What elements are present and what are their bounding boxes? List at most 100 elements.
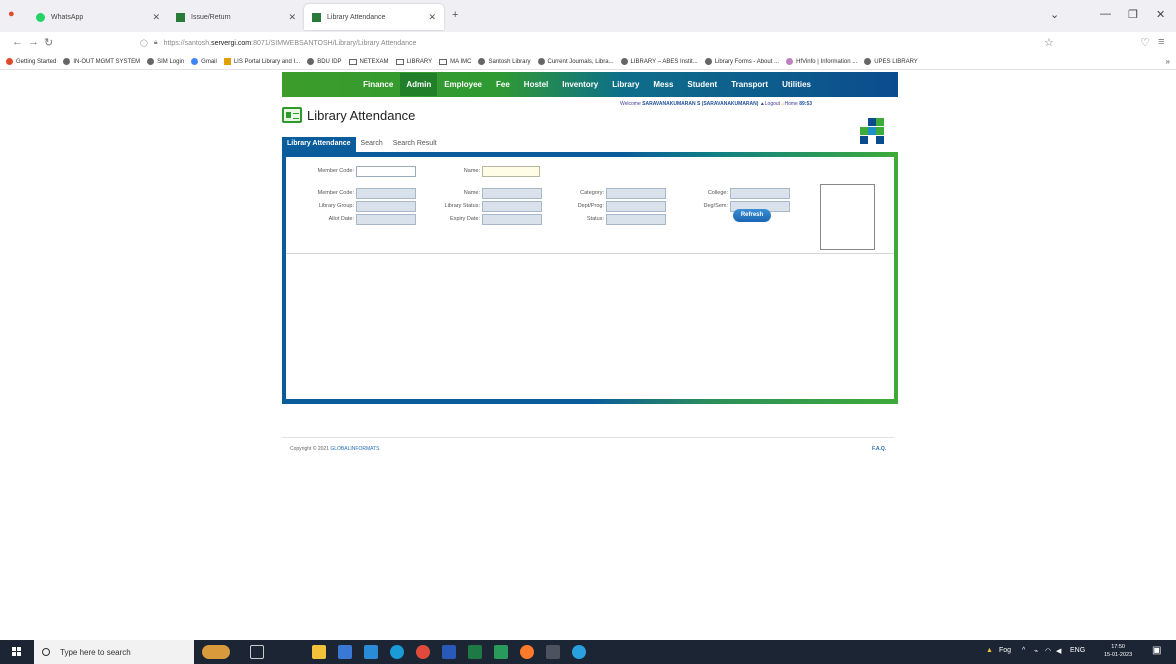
tab-list-icon[interactable]: ⌄ [1050,8,1059,21]
close-icon[interactable]: ✕ [152,12,160,23]
tab-issue-return[interactable]: Issue/Return ✕ [168,4,304,30]
language-indicator[interactable]: ENG [1070,647,1085,654]
bookmark-item[interactable]: Current Journals, Libra... [537,58,614,65]
notification-icon[interactable]: ▣ [1152,645,1161,656]
menu-inventory[interactable]: Inventory [562,80,598,89]
tab-search-result[interactable]: Search Result [388,137,442,152]
bookmark-item[interactable]: BDU IDP [307,58,342,65]
close-icon[interactable]: ✕ [288,12,296,23]
app-icon[interactable] [494,645,508,659]
firefox-icon[interactable]: ● [8,8,15,20]
wifi-icon[interactable]: ◠ [1045,647,1051,655]
url-prefix: https://santosh. [163,39,212,47]
volume-icon[interactable]: ◀ [1056,647,1061,655]
edge-icon[interactable] [390,645,404,659]
weather-text[interactable]: Fog [999,647,1011,654]
forward-icon[interactable]: → [28,36,39,48]
menu-utilities[interactable]: Utilities [782,80,811,89]
menu-mess[interactable]: Mess [653,80,673,89]
bookmark-item[interactable]: HfVinfo | Information ... [786,58,857,65]
id-card-icon [282,107,302,123]
tab-search[interactable]: Search [356,137,388,152]
home-link[interactable]: Home [785,101,798,107]
back-icon[interactable]: ← [12,36,23,48]
windows-start-icon[interactable] [12,647,22,657]
task-view-icon[interactable] [250,645,264,659]
bookmark-item[interactable]: SIM Login [147,58,184,65]
app-top-menu: Finance Admin Employee Fee Hostel Invent… [282,72,898,97]
reload-icon[interactable]: ↻ [44,36,53,49]
chrome-icon[interactable] [416,645,430,659]
network-icon[interactable]: ⌁ [1034,647,1038,655]
pocket-icon[interactable]: ♡ [1140,36,1150,49]
globe-icon [478,58,486,65]
word-icon[interactable] [442,645,456,659]
bookmark-item[interactable]: Getting Started [6,58,56,65]
mail-icon[interactable] [364,645,378,659]
faq-link[interactable]: F.A.Q. [872,446,886,452]
menu-hostel[interactable]: Hostel [524,80,548,89]
bookmark-item[interactable]: LIS Portal Library and I... [223,58,300,65]
menu-finance[interactable]: Finance [363,80,393,89]
menu-student[interactable]: Student [687,80,717,89]
file-explorer-icon[interactable] [312,645,326,659]
more-bookmarks-icon[interactable]: » [1166,57,1170,66]
menu-employee[interactable]: Employee [444,80,482,89]
festival-widget-icon[interactable] [202,645,230,659]
library-group-field [356,201,416,212]
panel-bottom-border [282,399,898,404]
system-clock[interactable]: 17:50 15-01-2023 [1104,643,1132,659]
taskbar-search-input[interactable]: Type here to search [34,640,194,664]
weather-icon[interactable]: ▲ [986,647,993,654]
library-status-field [482,201,542,212]
lock-icon: 🔒︎ [153,39,158,46]
tray-chevron-icon[interactable]: ^ [1022,647,1025,654]
close-icon[interactable]: ✕ [428,12,436,23]
tab-whatsapp[interactable]: WhatsApp ✕ [28,4,168,30]
firefox-icon[interactable] [520,645,534,659]
bookmark-item[interactable]: UPES LIBRARY [864,58,918,65]
expiry-date-field [482,214,542,225]
tab-library-attendance-page[interactable]: Library Attendance [282,137,356,152]
menu-transport[interactable]: Transport [731,80,768,89]
windows-taskbar: Type here to search ▲ Fog ^ ⌁ ◠ ◀ ENG 17… [0,640,1176,664]
bookmark-folder[interactable]: MA IMC [439,58,471,65]
bookmark-star-icon[interactable]: ☆ [1044,36,1054,49]
refresh-button[interactable]: Refresh [733,209,771,222]
bookmark-folder[interactable]: NETEXAM [348,58,389,65]
welcome-bar: Welcome SARAVANAKUMARAN S (SARAVANAKUMAR… [620,101,813,107]
company-logo [858,118,886,144]
url-bar[interactable]: ◯ 🔒︎ https://santosh. servergi.com:8071/S… [140,34,1060,52]
brand-link[interactable]: GLOBALINFORMATS [330,446,379,452]
new-tab-icon[interactable]: + [452,9,458,21]
tab-library-attendance[interactable]: Library Attendance ✕ [304,4,444,30]
category-label: Category: [580,190,604,196]
globe-icon [537,58,545,65]
menu-fee[interactable]: Fee [496,80,510,89]
minimize-icon[interactable]: — [1100,8,1111,20]
name-input[interactable] [482,166,540,177]
dept-prog-label: Dept/Prog: [577,203,604,209]
member-code-input[interactable] [356,166,416,177]
globe-icon [786,58,794,65]
telegram-icon[interactable] [572,645,586,659]
bookmark-item[interactable]: Gmail [191,58,217,65]
bookmark-item[interactable]: LIBRARY – ABES Instit... [620,58,698,65]
store-icon[interactable] [338,645,352,659]
menu-icon[interactable]: ≡ [1158,36,1164,48]
bookmark-item[interactable]: IN-OUT MGMT SYSTEM [63,58,140,65]
library-status-label: Library Status: [444,203,480,209]
bookmark-item[interactable]: Library Forms - About ... [704,58,779,65]
bookmark-folder[interactable]: LIBRARY [395,58,432,65]
maximize-icon[interactable]: ❐ [1128,8,1138,21]
bookmark-item[interactable]: Santosh Library [478,58,531,65]
close-window-icon[interactable]: ✕ [1156,8,1165,21]
menu-library[interactable]: Library [612,80,639,89]
tab-label: Issue/Return [191,13,231,21]
menu-admin[interactable]: Admin [400,73,438,96]
copyright: Copyright © 2021 GLOBALINFORMATS [290,446,380,452]
name-label: Name: [463,168,480,174]
excel-icon[interactable] [468,645,482,659]
bookmarks-bar: Getting Started IN-OUT MGMT SYSTEM SIM L… [0,54,1176,70]
logout-link[interactable]: Logout [765,101,780,107]
